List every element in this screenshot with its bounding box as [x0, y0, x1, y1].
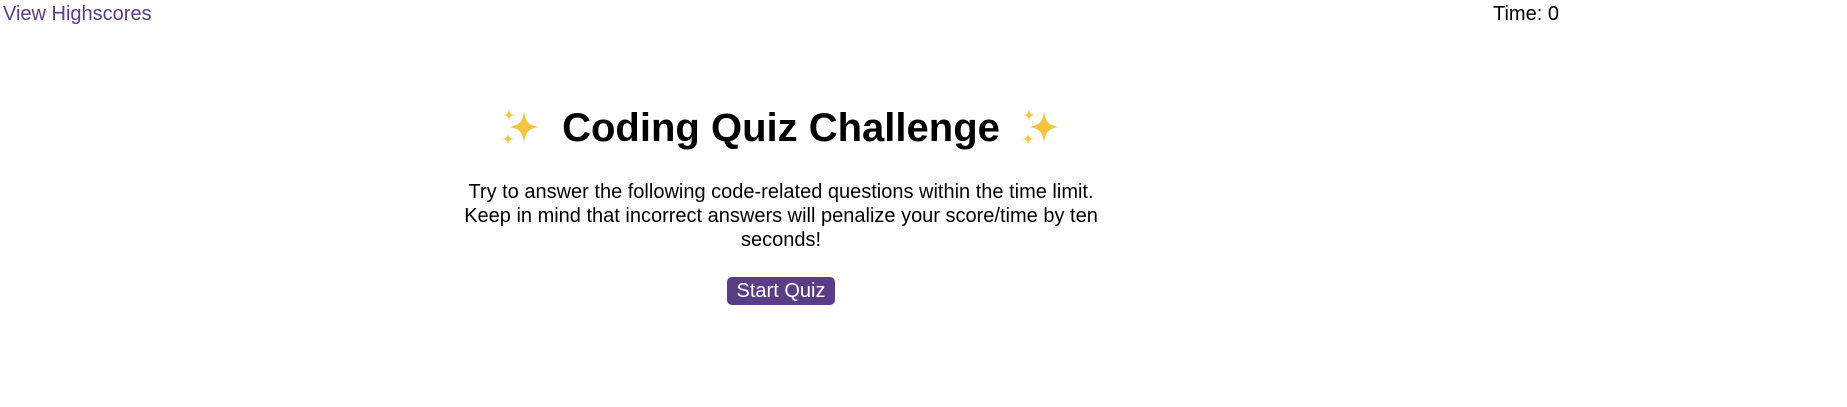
sparkles-icon [498, 105, 544, 151]
page-title: Coding Quiz Challenge [562, 106, 1000, 150]
title-row: Coding Quiz Challenge [0, 100, 1562, 156]
timer-label: Time: [1493, 3, 1543, 25]
quiz-description: Try to answer the following code-related… [464, 181, 1098, 251]
view-highscores-link[interactable]: View Highscores [3, 3, 152, 26]
top-bar: View Highscores Time: 0 [0, 0, 1847, 32]
timer-value: 0 [1547, 3, 1559, 25]
start-screen: Coding Quiz Challenge Try to answer the … [0, 100, 1562, 305]
sparkles-icon [1018, 105, 1064, 151]
quiz-page: View Highscores Time: 0 Coding Quiz Chal… [0, 0, 1847, 407]
timer: Time: 0 [1493, 3, 1559, 26]
start-quiz-button[interactable]: Start Quiz [726, 277, 836, 305]
